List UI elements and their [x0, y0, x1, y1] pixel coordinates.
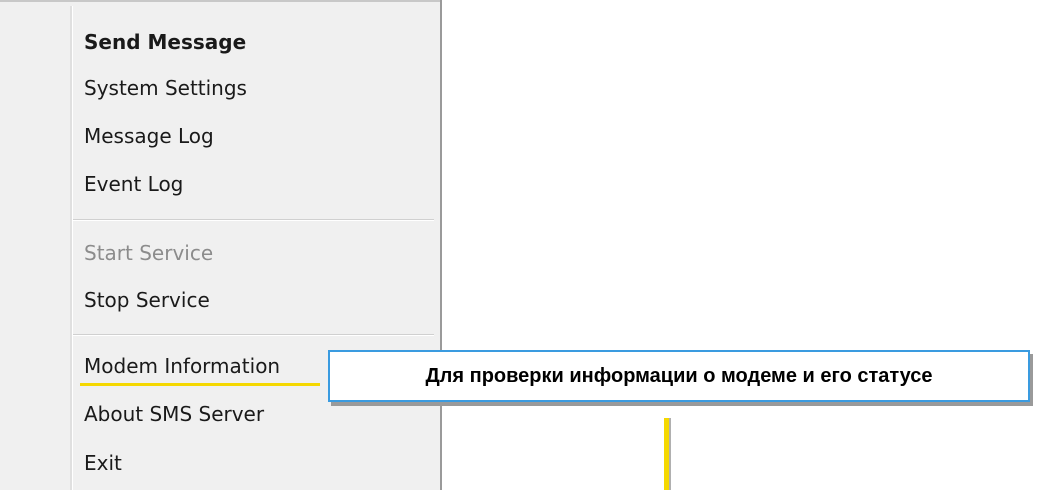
menu-item-stop-service[interactable]: Stop Service	[84, 286, 210, 314]
menu-item-exit[interactable]: Exit	[84, 449, 122, 477]
menu-separator	[73, 334, 434, 336]
menu-item-modem-information[interactable]: Modem Information	[84, 352, 280, 380]
annotation-callout: Для проверки информации о модеме и его с…	[328, 350, 1030, 402]
menu-icon-gutter	[70, 6, 73, 490]
context-menu: Send Message System Settings Message Log…	[0, 0, 442, 490]
menu-item-send-message[interactable]: Send Message	[84, 28, 246, 56]
menu-item-system-settings[interactable]: System Settings	[84, 74, 247, 102]
menu-item-message-log[interactable]: Message Log	[84, 122, 214, 150]
screenshot-stage: Send Message System Settings Message Log…	[0, 0, 1043, 490]
menu-item-event-log[interactable]: Event Log	[84, 170, 183, 198]
modem-information-highlight-underline	[80, 383, 320, 386]
menu-item-start-service: Start Service	[84, 241, 214, 265]
menu-item-about-sms-server[interactable]: About SMS Server	[84, 400, 264, 428]
menu-separator	[73, 219, 434, 221]
callout-text: Для проверки информации о модеме и его с…	[425, 364, 933, 387]
annotation-pointer-line	[664, 418, 669, 490]
